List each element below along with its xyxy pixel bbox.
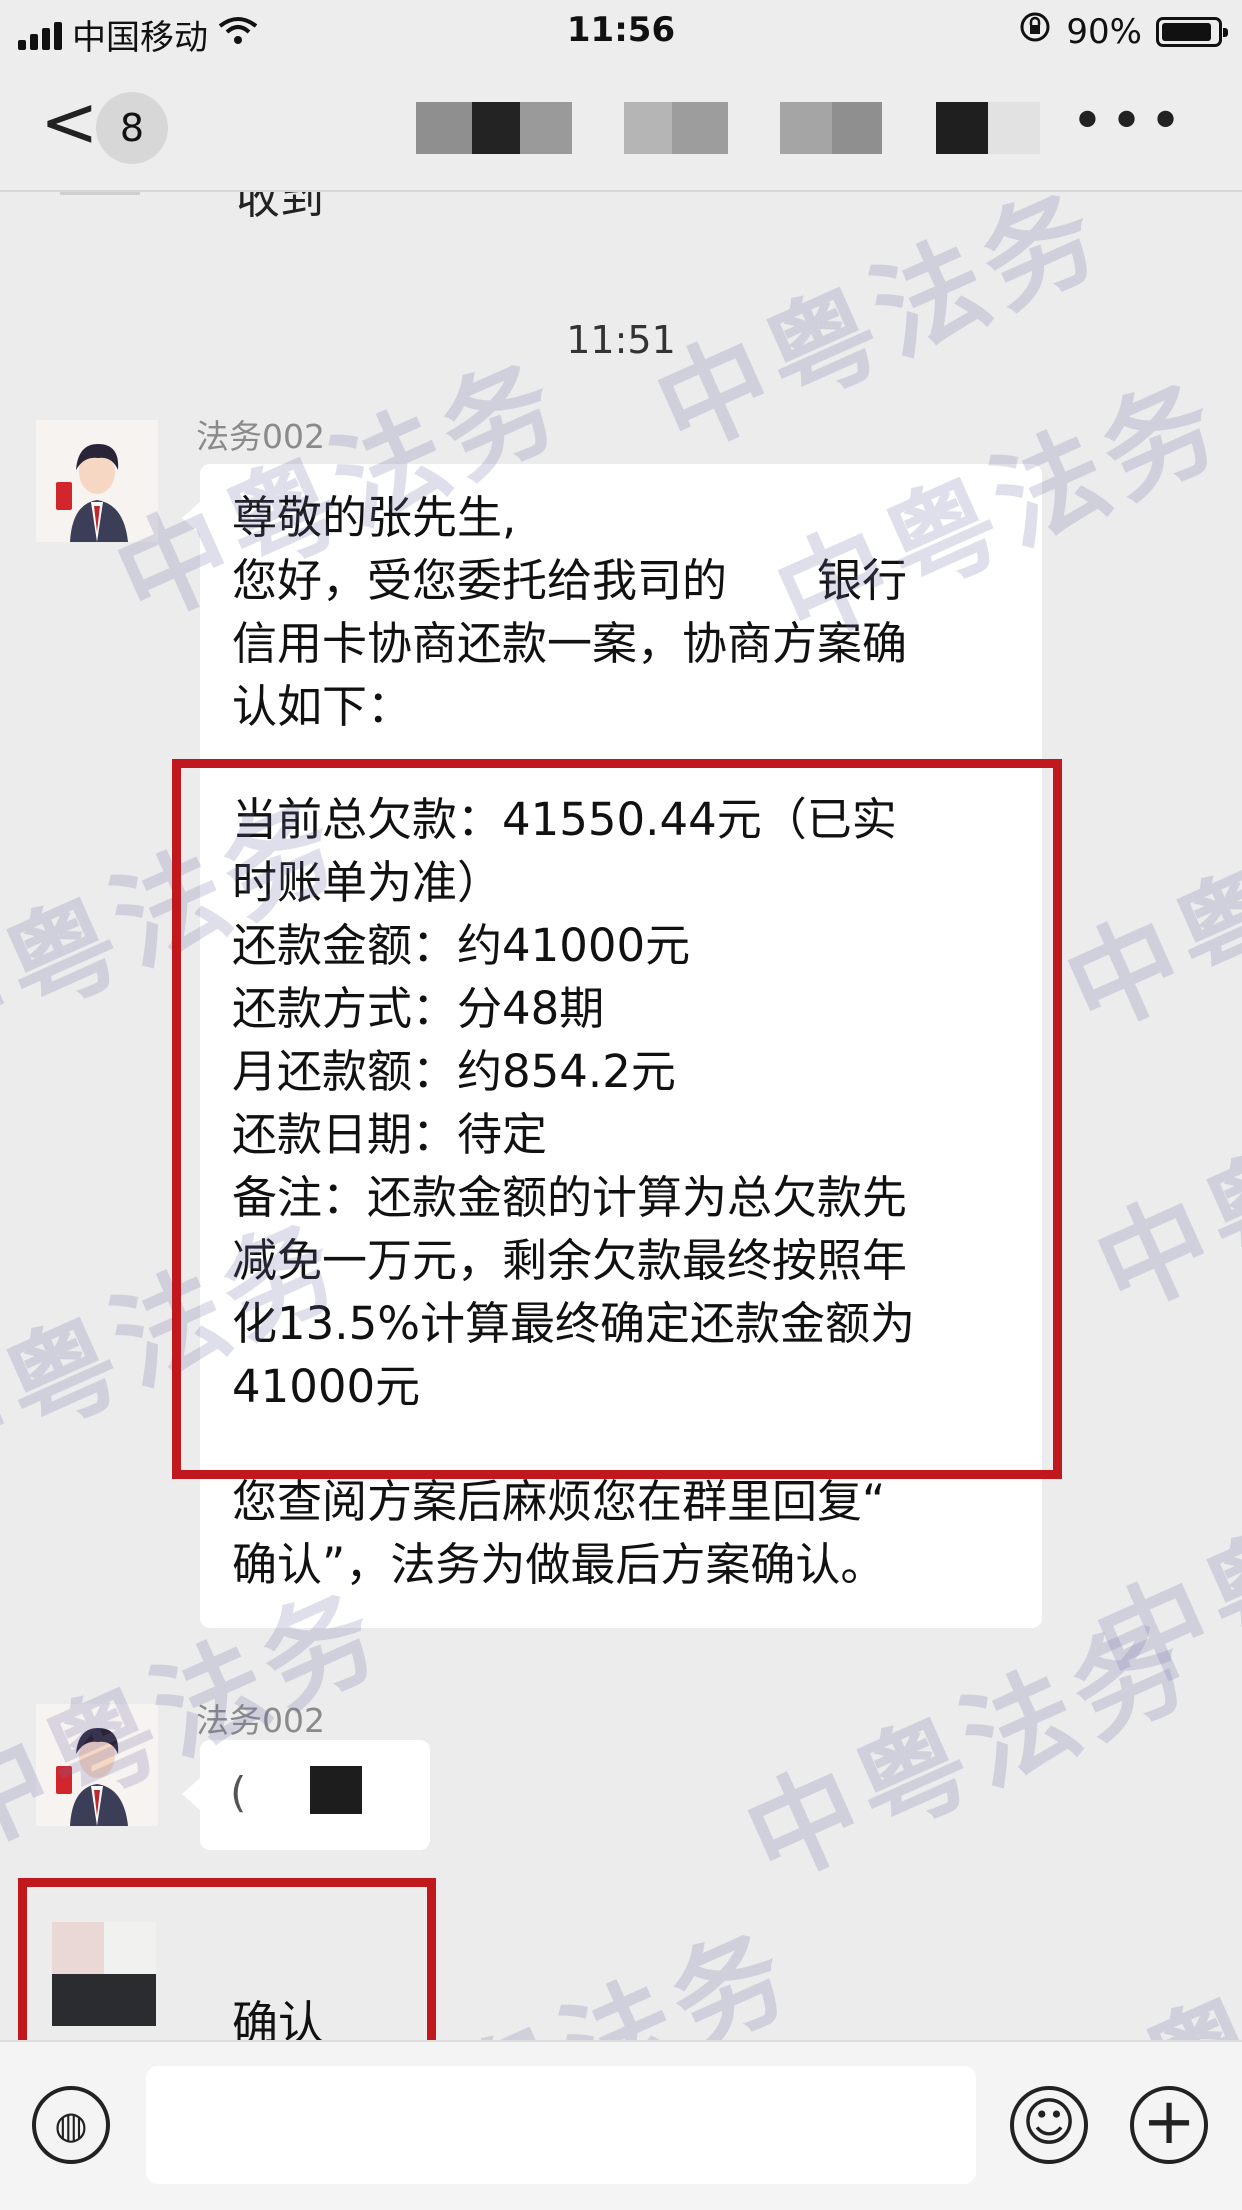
battery-percent: 90% bbox=[1066, 11, 1142, 52]
plus-icon[interactable]: + bbox=[1130, 2086, 1208, 2164]
voice-icon[interactable]: ◍ bbox=[32, 2086, 110, 2164]
plan-highlight-box bbox=[172, 759, 1062, 1479]
more-options-button[interactable]: ••• bbox=[1071, 94, 1188, 150]
watermark: 中粤法务 bbox=[1018, 1876, 1242, 2040]
sender-name: 法务002 bbox=[196, 1701, 325, 1740]
watermark: 中粤法务 bbox=[1048, 746, 1242, 1056]
input-bar: ◍ ☺ + bbox=[0, 2040, 1242, 2210]
avatar-lawyer[interactable] bbox=[36, 420, 158, 542]
watermark: 中粤法务 bbox=[1078, 1406, 1242, 1716]
message-outro: 您查阅方案后麻烦您在群里回复“ 确认”，法务为做最后方案确认。 bbox=[232, 1470, 1010, 1596]
avatar-lawyer[interactable] bbox=[36, 1704, 158, 1826]
unread-badge[interactable]: 8 bbox=[96, 92, 168, 164]
chat-area[interactable]: 收到 11:51 法务002 尊敬的张先生, 您好，受您委托给我司的 银行 信用… bbox=[0, 192, 1242, 2040]
status-bar: 中国移动 11:56 90% bbox=[0, 0, 1242, 62]
message-bubble-partial[interactable]: ( bbox=[182, 1740, 430, 1850]
battery-icon bbox=[1156, 16, 1228, 47]
lawyer-avatar-icon bbox=[36, 420, 158, 542]
emoji-icon[interactable]: ☺ bbox=[1010, 2086, 1088, 2164]
text-line: 认如下： bbox=[232, 680, 413, 733]
text-line: 您好，受您委托给我司的 银行 bbox=[232, 554, 908, 607]
nav-bar: < 8 ••• bbox=[0, 62, 1242, 192]
rotation-lock-icon bbox=[1018, 10, 1052, 53]
watermark: 中粤法务 bbox=[1078, 1026, 1242, 1336]
partial-text: ( bbox=[230, 1768, 247, 1817]
cut-avatar bbox=[60, 192, 140, 195]
redacted-block bbox=[310, 1766, 362, 1814]
text-line: 您查阅方案后麻烦您在群里回复“ bbox=[232, 1475, 886, 1528]
confirm-highlight-box bbox=[18, 1878, 436, 2040]
text-line: 尊敬的张先生, bbox=[232, 491, 517, 544]
text-line: 信用卡协商还款一案，协商方案确 bbox=[232, 617, 908, 670]
cut-message: 收到 bbox=[236, 192, 324, 224]
lawyer-avatar-icon bbox=[36, 1704, 158, 1826]
message-intro: 尊敬的张先生, 您好，受您委托给我司的 银行 信用卡协商还款一案，协商方案确 认… bbox=[232, 486, 1010, 738]
text-line: 确认”，法务为做最后方案确认。 bbox=[232, 1538, 886, 1591]
message-input[interactable] bbox=[146, 2066, 976, 2184]
sender-name: 法务002 bbox=[196, 417, 325, 456]
message-timestamp: 11:51 bbox=[566, 318, 676, 362]
status-right: 90% bbox=[1018, 10, 1228, 53]
